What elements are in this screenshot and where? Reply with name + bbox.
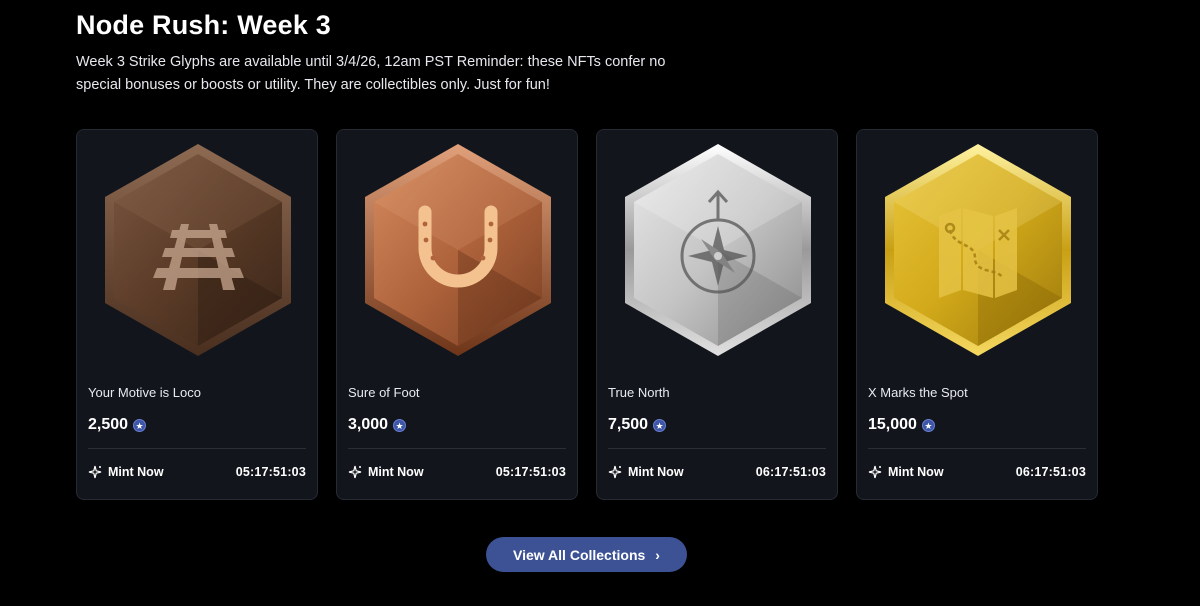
glyph-image-map bbox=[857, 130, 1097, 372]
page-description: Week 3 Strike Glyphs are available until… bbox=[76, 54, 666, 93]
mint-now-button[interactable]: Mint Now bbox=[348, 465, 424, 479]
view-all-label: View All Collections bbox=[513, 546, 646, 563]
glyph-card-list: Your Motive is Loco 2,500 ★ Mint Now 05:… bbox=[76, 129, 1098, 500]
mint-now-label: Mint Now bbox=[888, 465, 944, 479]
price-row: 7,500 ★ bbox=[608, 416, 667, 434]
card-title: X Marks the Spot bbox=[868, 385, 968, 400]
sparkle-icon bbox=[868, 465, 882, 479]
mint-now-button[interactable]: Mint Now bbox=[868, 465, 944, 479]
countdown-timer: 05:17:51:03 bbox=[235, 465, 306, 479]
price-value: 3,000 bbox=[348, 416, 389, 433]
star-coin-icon: ★ bbox=[393, 418, 407, 432]
sparkle-icon bbox=[88, 465, 102, 479]
divider bbox=[868, 448, 1086, 449]
countdown-timer: 05:17:51:03 bbox=[495, 465, 566, 479]
card-title: Sure of Foot bbox=[348, 385, 420, 400]
chevron-right-icon: › bbox=[655, 546, 660, 563]
price-value: 2,500 bbox=[88, 416, 129, 433]
price-value: 15,000 bbox=[868, 416, 917, 433]
sparkle-icon bbox=[348, 465, 362, 479]
star-coin-icon: ★ bbox=[133, 418, 147, 432]
star-coin-icon: ★ bbox=[921, 418, 935, 432]
sparkle-icon bbox=[608, 465, 622, 479]
price-row: 15,000 ★ bbox=[868, 416, 935, 434]
mint-now-label: Mint Now bbox=[108, 465, 164, 479]
glyph-image-railroad bbox=[77, 130, 317, 372]
divider bbox=[348, 448, 566, 449]
mint-now-label: Mint Now bbox=[368, 465, 424, 479]
price-row: 2,500 ★ bbox=[88, 416, 147, 434]
price-value: 7,500 bbox=[608, 416, 649, 433]
divider bbox=[88, 448, 306, 449]
card-title: True North bbox=[608, 385, 670, 400]
price-row: 3,000 ★ bbox=[348, 416, 407, 434]
glyph-card[interactable]: Your Motive is Loco 2,500 ★ Mint Now 05:… bbox=[76, 129, 318, 500]
page-title: Node Rush: Week 3 bbox=[76, 10, 331, 40]
mint-now-button[interactable]: Mint Now bbox=[608, 465, 684, 479]
mint-now-button[interactable]: Mint Now bbox=[88, 465, 164, 479]
mint-now-label: Mint Now bbox=[628, 465, 684, 479]
countdown-timer: 06:17:51:03 bbox=[1015, 465, 1086, 479]
view-all-collections-button[interactable]: View All Collections › bbox=[486, 537, 687, 572]
glyph-card[interactable]: Sure of Foot 3,000 ★ Mint Now 05:17:51:0… bbox=[336, 129, 578, 500]
glyph-card[interactable]: X Marks the Spot 15,000 ★ Mint Now 06:17… bbox=[856, 129, 1098, 500]
divider bbox=[608, 448, 826, 449]
star-coin-icon: ★ bbox=[653, 418, 667, 432]
glyph-image-horseshoe bbox=[337, 130, 577, 372]
glyph-image-compass bbox=[597, 130, 837, 372]
countdown-timer: 06:17:51:03 bbox=[755, 465, 826, 479]
glyph-card[interactable]: True North 7,500 ★ Mint Now 06:17:51:03 bbox=[596, 129, 838, 500]
card-title: Your Motive is Loco bbox=[88, 385, 201, 400]
